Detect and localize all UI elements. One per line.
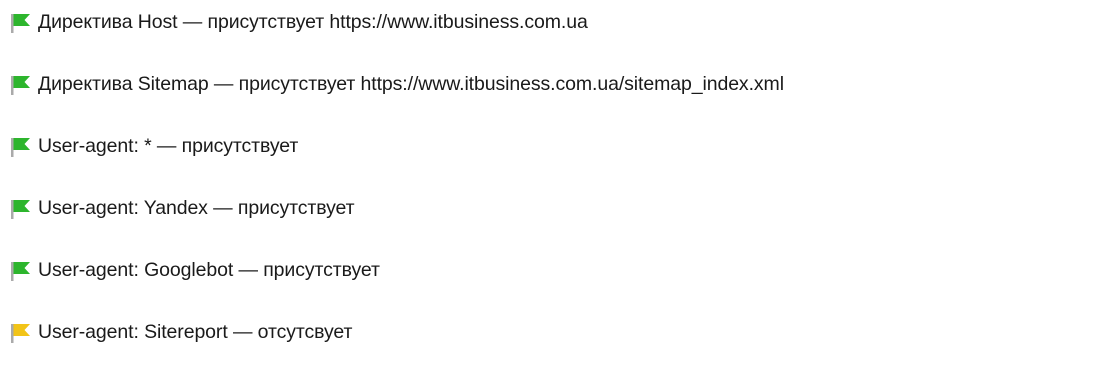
check-item-sitemap: Директива Sitemap — присутствует https:/… [10, 69, 784, 101]
check-item-text: Директива Sitemap — присутствует https:/… [38, 73, 784, 96]
green-flag-icon [10, 73, 34, 97]
check-item-text: User-agent: * — присутствует [38, 135, 299, 158]
check-item-text: User-agent: Sitereport — отсутсвует [38, 321, 353, 344]
check-item-host: Директива Host — присутствует https://ww… [10, 7, 784, 39]
check-item-text: Директива Host — присутствует https://ww… [38, 11, 588, 34]
check-item-user-agent-all: User-agent: * — присутствует [10, 131, 784, 163]
green-flag-icon [10, 135, 34, 159]
yellow-flag-icon [10, 321, 34, 345]
green-flag-icon [10, 11, 34, 35]
robots-check-list: Директива Host — присутствует https://ww… [10, 0, 784, 349]
check-item-user-agent-googlebot: User-agent: Googlebot — присутствует [10, 255, 784, 287]
check-item-text: User-agent: Yandex — присутствует [38, 197, 355, 220]
green-flag-icon [10, 197, 34, 221]
green-flag-icon [10, 259, 34, 283]
check-item-user-agent-sitereport: User-agent: Sitereport — отсутсвует [10, 317, 784, 349]
check-item-user-agent-yandex: User-agent: Yandex — присутствует [10, 193, 784, 225]
check-item-text: User-agent: Googlebot — присутствует [38, 259, 380, 282]
